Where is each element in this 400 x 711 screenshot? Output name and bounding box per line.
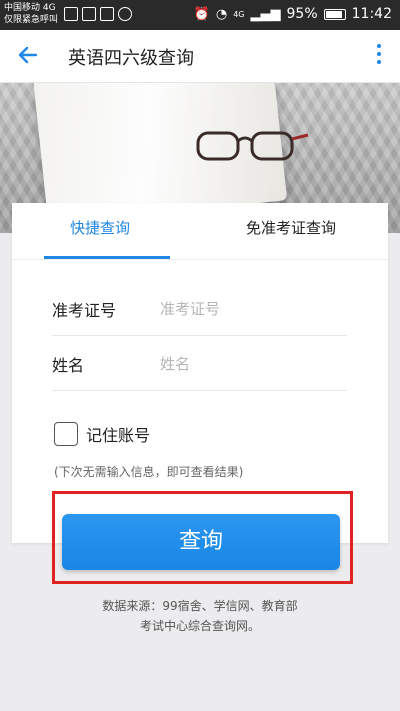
- battery-percent: 95%: [286, 6, 318, 22]
- clock: 11:42: [351, 6, 392, 22]
- battery-icon: [323, 8, 346, 20]
- app-icon: [100, 7, 114, 21]
- more-options-icon[interactable]: [376, 44, 382, 68]
- query-button[interactable]: 查询: [62, 514, 340, 570]
- signal-icon: ▂▄▆: [250, 6, 281, 22]
- page-title: 英语四六级查询: [68, 48, 194, 69]
- back-arrow-icon[interactable]: [16, 43, 40, 67]
- alarm-icon: ⏰: [193, 6, 210, 22]
- ticket-number-input[interactable]: [158, 295, 342, 323]
- ticket-number-label: 准考证号: [52, 301, 117, 320]
- data-source-note: 数据来源：99宿舍、学信网、教育部 考试中心综合查询网。: [0, 596, 400, 636]
- name-input[interactable]: [158, 350, 342, 378]
- shield-icon: [118, 7, 132, 21]
- status-bar: 中国移动 4G 仅限紧急呼叫 ⏰ ◔ 4G ▂▄▆ 95% 11:42: [0, 0, 400, 30]
- app-bar: 英语四六级查询: [0, 30, 400, 83]
- data-source-line2: 考试中心综合查询网。: [139, 619, 260, 633]
- carrier-name: 中国移动 4G: [4, 3, 56, 13]
- tab-bar: 快捷查询 免准考证查询: [12, 203, 388, 259]
- name-row: 姓名: [52, 334, 347, 391]
- remember-hint: (下次无需输入信息，即可查看结果): [54, 465, 244, 479]
- ticket-number-row: 准考证号: [52, 279, 347, 336]
- tab-divider: [12, 259, 388, 260]
- carrier-status: 仅限紧急呼叫: [4, 15, 59, 25]
- name-label: 姓名: [52, 356, 85, 375]
- remember-account[interactable]: 记住账号: [54, 422, 150, 446]
- data-source-line1: 数据来源：99宿舍、学信网、教育部: [102, 599, 298, 613]
- wifi-icon: ◔: [215, 6, 228, 22]
- remember-checkbox[interactable]: [54, 422, 78, 446]
- tab-quick-query[interactable]: 快捷查询: [70, 217, 130, 238]
- carrier-info: 中国移动 4G 仅限紧急呼叫: [4, 2, 58, 26]
- query-form-card: 快捷查询 免准考证查询 准考证号 姓名 记住账号 (下次无需输入信息，即可查看结…: [12, 203, 388, 543]
- tab-no-ticket-query[interactable]: 免准考证查询: [246, 217, 336, 238]
- gallery-icon: [64, 7, 78, 21]
- image-icon: [82, 7, 96, 21]
- remember-label: 记住账号: [86, 426, 151, 445]
- notification-icons: [64, 7, 132, 21]
- glasses-image: [196, 131, 309, 161]
- network-type-label: 4G: [233, 9, 245, 19]
